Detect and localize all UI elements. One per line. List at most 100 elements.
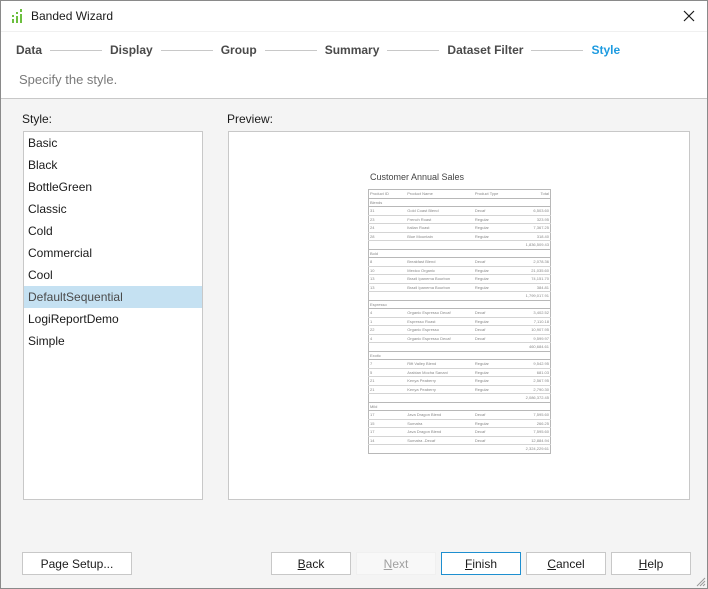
back-button[interactable]: Back	[271, 552, 351, 575]
step-style[interactable]: Style	[591, 43, 620, 57]
step-dataset-filter[interactable]: Dataset Filter	[447, 43, 523, 57]
finish-button[interactable]: Finish	[441, 552, 521, 575]
report-cell: 7,595.60	[517, 410, 551, 420]
report-cell: Regular	[473, 385, 518, 394]
report-cell: 13	[368, 283, 407, 292]
report-group-name: Exotic	[368, 351, 551, 360]
style-list[interactable]: Basic Black BottleGreen Classic Cold Commerci…	[23, 131, 203, 500]
report-cell: 4	[368, 334, 407, 343]
report-cell: 7,595.60	[517, 427, 551, 437]
step-summary[interactable]: Summary	[325, 43, 380, 57]
step-group[interactable]: Group	[221, 43, 257, 57]
style-item-cold[interactable]: Cold	[24, 220, 202, 242]
cancel-button[interactable]: Cancel	[526, 552, 606, 575]
step-display[interactable]: Display	[110, 43, 153, 57]
report-cell: 2,078.36	[517, 257, 551, 267]
preview-label: Preview:	[227, 112, 274, 126]
wizard-header: Data Display Group Summary Dataset Filte…	[1, 32, 707, 99]
report-cell: Java Dragon Blend	[406, 427, 474, 437]
step-connector	[160, 49, 213, 51]
report-group-row: Espresso	[368, 300, 551, 309]
title-bar: Banded Wizard	[1, 1, 707, 32]
report-cell: 6,503.60	[517, 206, 551, 216]
report-data-row: 28 Blue Mountain Regular 318.40	[368, 232, 551, 241]
report-cell: Java Dragon Blend	[406, 410, 474, 420]
report-data-row: 7 Rift Valley Blend Regular 9,542.95	[368, 359, 551, 369]
report-cell: Blue Mountain	[406, 232, 474, 241]
style-item-basic[interactable]: Basic	[24, 132, 202, 154]
style-item-simple[interactable]: Simple	[24, 330, 202, 352]
style-item-commercial[interactable]: Commercial	[24, 242, 202, 264]
report-cell: 21,035.60	[517, 266, 551, 275]
report-cell: Decaf	[473, 334, 518, 343]
step-connector	[264, 49, 317, 51]
report-cell: Product Type	[473, 189, 518, 199]
report-group-name: Bold	[368, 249, 551, 258]
report-group-name: Espresso	[368, 300, 551, 309]
style-item-defaultsequential[interactable]: DefaultSequential	[24, 286, 202, 308]
wizard-bars-icon	[12, 9, 22, 23]
report-preview: Customer Annual Sales Product ID Product …	[368, 172, 552, 454]
report-cell: 10	[368, 266, 407, 275]
report-data-row: 17 Java Dragon Blend Decaf 7,595.60	[368, 427, 551, 437]
report-cell: Arabian Mocha Sanani	[406, 368, 474, 377]
style-item-cool[interactable]: Cool	[24, 264, 202, 286]
report-cell: 9,542.95	[517, 359, 551, 369]
help-button[interactable]: Help	[611, 552, 691, 575]
report-cell: 5	[368, 368, 407, 377]
report-cell: 23	[368, 215, 407, 224]
report-cell: 14	[368, 436, 407, 445]
cancel-label: Cancel	[547, 556, 585, 571]
report-cell: 24	[368, 223, 407, 233]
style-label: Style:	[22, 112, 53, 126]
report-cell: Sumatra	[406, 419, 474, 428]
report-cell: 31	[368, 206, 407, 216]
report-subtotal-row: 460,684.61	[368, 342, 551, 352]
report-data-row: 13 Brazil Ipanema Bourbon Regular 384.81	[368, 283, 551, 292]
report-cell: Regular	[473, 232, 518, 241]
page-setup-button[interactable]: Page Setup...	[22, 552, 132, 575]
report-cell: 1	[368, 317, 407, 326]
step-connector	[531, 49, 584, 51]
report-subtotal-value: 2,324,229.61	[517, 444, 551, 454]
report-cell: Product ID	[368, 189, 407, 199]
report-cell: Regular	[473, 368, 518, 377]
report-cell: 28	[368, 232, 407, 241]
preview-pane: Customer Annual Sales Product ID Product …	[228, 131, 690, 500]
report-data-row: 8 Breakfast Blend Decaf 2,078.36	[368, 257, 551, 267]
report-cell: 15	[368, 419, 407, 428]
style-item-logireportdemo[interactable]: LogiReportDemo	[24, 308, 202, 330]
style-item-black[interactable]: Black	[24, 154, 202, 176]
report-cell: 323.95	[517, 215, 551, 224]
report-data-row: 4 Organic Espresso Decaf Decaf 3,402.52	[368, 308, 551, 318]
resize-grip-icon[interactable]	[694, 575, 706, 587]
report-data-row: 31 Gold Coast Blend Decaf 6,503.60	[368, 206, 551, 216]
report-subtotal-value: 460,684.61	[517, 342, 551, 352]
report-cell: Regular	[473, 419, 518, 428]
report-subtotal-row: 2,086,372.45	[368, 393, 551, 403]
report-cell: Decaf	[473, 436, 518, 445]
style-item-bottlegreen[interactable]: BottleGreen	[24, 176, 202, 198]
report-data-row: 22 Organic Espresso Decaf 10,907.95	[368, 325, 551, 335]
report-cell: Decaf	[473, 206, 518, 216]
report-cell: 12,884.94	[517, 436, 551, 445]
style-item-classic[interactable]: Classic	[24, 198, 202, 220]
report-data-row: 10 Mexico Organic Regular 21,035.60	[368, 266, 551, 275]
help-label: Help	[638, 556, 664, 571]
report-cell	[368, 240, 518, 250]
report-title: Customer Annual Sales	[370, 172, 465, 182]
report-cell: Kenya Peaberry	[406, 385, 474, 394]
report-subtotal-row: 2,324,229.61	[368, 444, 551, 454]
wizard-steps: Data Display Group Summary Dataset Filte…	[16, 42, 620, 58]
report-cell: Regular	[473, 283, 518, 292]
report-cell: Regular	[473, 317, 518, 326]
report-group-row: Exotic	[368, 351, 551, 360]
report-cell: 7,110.18	[517, 317, 551, 326]
report-cell: Decaf	[473, 410, 518, 420]
step-data[interactable]: Data	[16, 43, 42, 57]
report-cell: Decaf	[473, 308, 518, 318]
report-header-row: Product ID Product Name Product Type Total	[368, 189, 551, 199]
report-cell: Product Name	[406, 189, 474, 199]
report-cell: 21	[368, 385, 407, 394]
close-button[interactable]	[675, 3, 703, 29]
